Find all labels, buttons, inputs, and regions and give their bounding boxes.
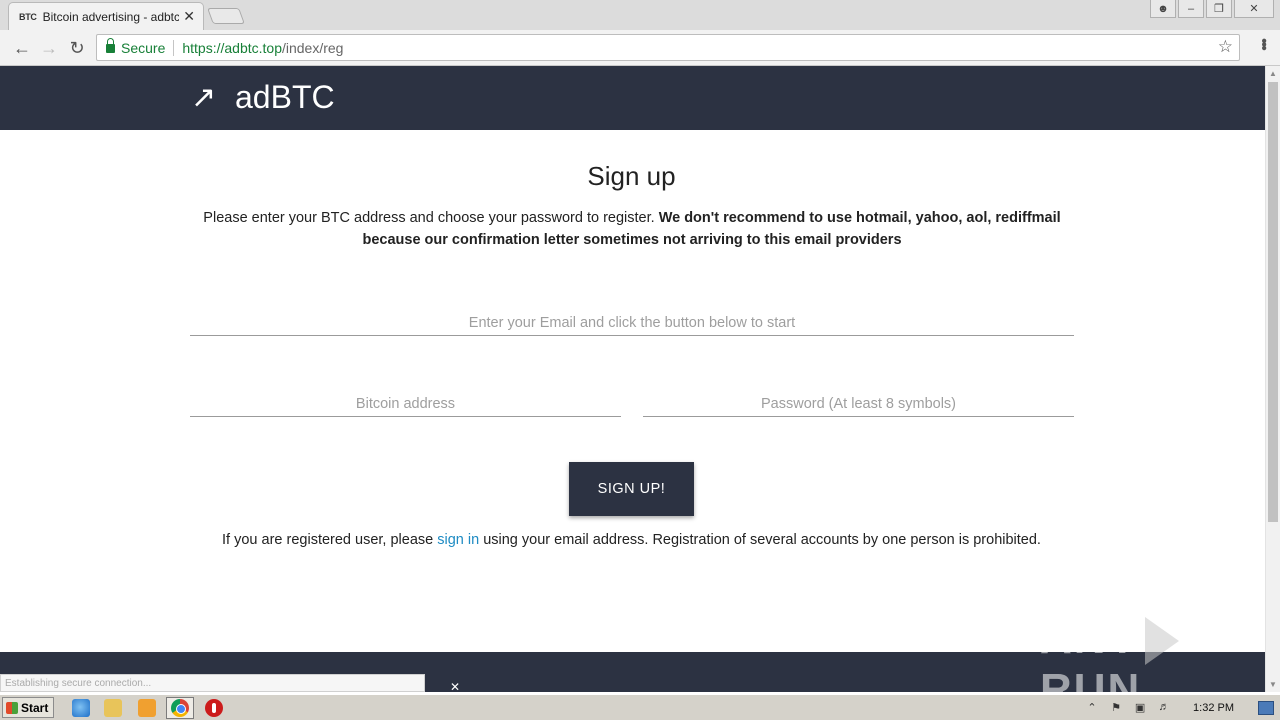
secure-label: Secure [121, 39, 166, 56]
browser-menu-icon[interactable]: ••• [1255, 38, 1272, 49]
intro-text: Please enter your BTC address and choose… [190, 207, 1074, 251]
arrow-up-icon[interactable]: ⌃ [1085, 701, 1099, 715]
windows-logo-icon [6, 701, 18, 714]
note-before: If you are registered user, please [222, 532, 438, 548]
browser-tabstrip: BTC Bitcoin advertising - adbtc.top ✕ ☻ … [0, 0, 1280, 30]
minimize-icon[interactable]: – [1178, 0, 1204, 18]
forward-icon[interactable]: → [38, 37, 60, 59]
bookmark-star-icon[interactable]: ☆ [1218, 37, 1233, 57]
media-player-icon[interactable] [138, 699, 156, 717]
intro-plain: Please enter your BTC address and choose… [203, 210, 659, 226]
site-logo[interactable]: adBTC [235, 79, 335, 116]
new-tab-button[interactable] [207, 8, 245, 24]
address-bar[interactable]: Secure https://adbtc.top/index/reg ☆ [96, 34, 1240, 61]
address-separator [173, 39, 175, 56]
page-scrollbar[interactable]: ▲ ▼ [1265, 66, 1280, 692]
lock-icon [106, 38, 115, 53]
scroll-up-icon[interactable]: ▲ [1269, 69, 1277, 78]
watermark-right: RUN [1040, 665, 1142, 692]
browser-toolbar: ← → ↻ Secure https://adbtc.top/index/reg… [0, 30, 1280, 66]
user-icon[interactable]: ☻ [1150, 0, 1176, 18]
signin-link[interactable]: sign in [437, 532, 479, 548]
page-viewport: ↗ adBTC Sign up Please enter your BTC ad… [0, 66, 1265, 692]
logo-arrow-icon: ↗ [191, 80, 217, 115]
email-field-wrapper [190, 310, 1074, 336]
password-field-wrapper [643, 391, 1074, 417]
tab-favicon: BTC [19, 11, 37, 22]
back-icon[interactable]: ← [11, 37, 33, 59]
reload-icon[interactable]: ↻ [66, 37, 88, 59]
url-path: /index/reg [281, 39, 344, 56]
bitcoin-address-field[interactable] [190, 391, 621, 416]
folder-icon[interactable] [104, 699, 122, 717]
tab-close-icon[interactable]: ✕ [183, 8, 195, 25]
scrollbar-thumb[interactable] [1268, 82, 1278, 522]
page-title: Sign up [587, 161, 676, 191]
opera-icon[interactable] [205, 699, 223, 717]
status-close-icon: ✕ [450, 680, 461, 694]
browser-tab[interactable]: BTC Bitcoin advertising - adbtc.top ✕ [8, 2, 204, 30]
ie-icon[interactable] [72, 699, 90, 717]
site-header: ↗ adBTC [0, 66, 1265, 130]
signup-button[interactable]: SIGN UP! [569, 462, 694, 516]
chrome-icon[interactable] [171, 699, 189, 717]
password-field[interactable] [643, 391, 1074, 416]
watermark-left: ANY [1040, 614, 1139, 663]
windows-taskbar: Start ⌃ ⚑ ▣ ♬ 1:32 PM [0, 694, 1280, 720]
volume-icon[interactable]: ♬ [1157, 701, 1171, 715]
close-icon[interactable]: ✕ [1234, 0, 1274, 18]
start-label: Start [21, 700, 49, 715]
bitcoin-field-wrapper [190, 391, 621, 417]
anyrun-watermark: ANYRUN [1040, 614, 1265, 692]
window-controls: ☻ – ❐ ✕ [1150, 0, 1274, 18]
system-tray: ⌃ ⚑ ▣ ♬ 1:32 PM [1085, 697, 1280, 719]
email-field[interactable] [190, 310, 1074, 335]
clock[interactable]: 1:32 PM [1193, 702, 1234, 714]
watermark-play-icon [1144, 617, 1179, 666]
url-host: https://adbtc.top [182, 39, 282, 56]
tab-title: Bitcoin advertising - adbtc.top [42, 9, 180, 24]
restore-icon[interactable]: ❐ [1206, 0, 1232, 18]
note-after: using your email address. Registration o… [479, 532, 1041, 548]
scroll-down-icon[interactable]: ▼ [1269, 680, 1277, 689]
network-icon[interactable]: ▣ [1133, 701, 1147, 715]
status-bubble: Establishing secure connection... [0, 674, 425, 692]
show-desktop-icon[interactable] [1258, 701, 1274, 715]
start-button[interactable]: Start [2, 697, 54, 718]
signin-note: If you are registered user, please sign … [0, 532, 1263, 548]
flag-icon[interactable]: ⚑ [1109, 701, 1123, 715]
